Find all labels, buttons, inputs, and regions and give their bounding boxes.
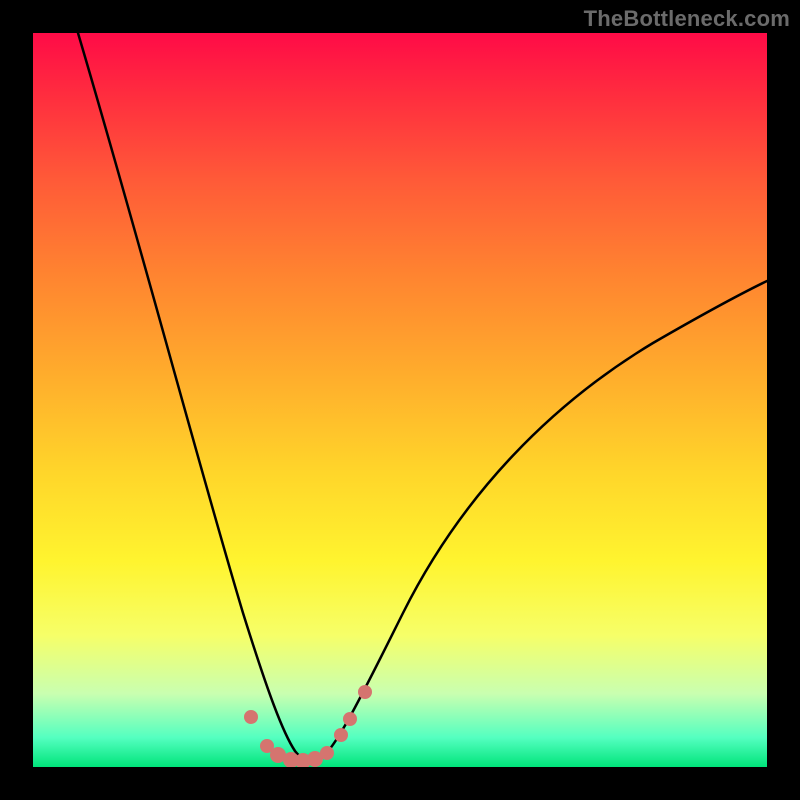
marker-dot: [358, 685, 372, 699]
watermark-text: TheBottleneck.com: [584, 6, 790, 32]
plot-area: [33, 33, 767, 767]
marker-group: [244, 685, 372, 767]
marker-dot: [343, 712, 357, 726]
marker-dot: [320, 746, 334, 760]
marker-dot: [334, 728, 348, 742]
bottleneck-curve: [78, 33, 767, 761]
marker-dot: [244, 710, 258, 724]
chart-frame: TheBottleneck.com: [0, 0, 800, 800]
chart-svg: [33, 33, 767, 767]
